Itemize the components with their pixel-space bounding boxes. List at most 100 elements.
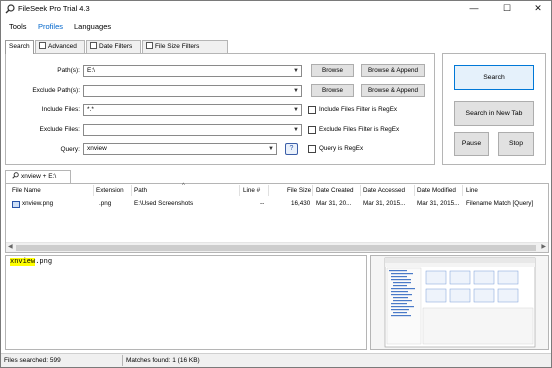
exclude-regex-label: Exclude Files Filter is RegEx: [319, 126, 400, 133]
sort-ascending-icon: ^: [182, 183, 185, 189]
col-divider[interactable]: [93, 185, 94, 196]
results-tab[interactable]: xnview + E:\: [5, 170, 71, 183]
app-window: FileSeek Pro Trial 4.3 — ☐ ✕ Tools Profi…: [0, 0, 552, 368]
help-icon[interactable]: ?: [285, 143, 298, 155]
menu-profiles[interactable]: Profiles: [38, 22, 63, 31]
col-date-accessed[interactable]: Date Accessed: [363, 187, 405, 194]
col-date-modified[interactable]: Date Modified: [417, 187, 456, 194]
scrollbar-thumb[interactable]: [16, 245, 536, 251]
cell-path: E:\Used Screenshots: [134, 200, 194, 207]
chevron-down-icon[interactable]: ▼: [291, 86, 301, 96]
horizontal-scrollbar[interactable]: ◀ ▶: [6, 242, 548, 252]
col-extension[interactable]: Extension: [96, 187, 124, 194]
exclude-browse-append-button[interactable]: Browse & Append: [361, 84, 425, 97]
include-regex-label: Include Files Filter is RegEx: [319, 106, 398, 113]
cell-file-name: xnview.png: [22, 200, 54, 207]
pause-button[interactable]: Pause: [454, 132, 489, 156]
cell-file-size: 16,430: [291, 200, 311, 207]
stop-button[interactable]: Stop: [498, 132, 534, 156]
table-row[interactable]: xnview.png .png E:\Used Screenshots -- 1…: [6, 198, 548, 210]
chevron-down-icon[interactable]: ▼: [291, 125, 301, 135]
minimize-button[interactable]: —: [463, 1, 485, 17]
title-bar: FileSeek Pro Trial 4.3 — ☐ ✕: [1, 1, 551, 18]
cell-date-modified: Mar 31, 2015...: [417, 200, 460, 207]
close-button[interactable]: ✕: [527, 1, 549, 17]
query-regex-label: Query is RegEx: [319, 145, 364, 152]
maximize-button[interactable]: ☐: [496, 1, 518, 17]
col-divider[interactable]: [312, 185, 313, 196]
exclude-regex-checkbox[interactable]: [308, 126, 316, 134]
results-table: File Name Extension Path ^ Line # File S…: [5, 183, 549, 253]
paths-value: E:\: [87, 67, 95, 74]
col-date-created[interactable]: Date Created: [316, 187, 353, 194]
query-value: xnview: [87, 145, 107, 152]
col-file-size[interactable]: File Size: [287, 187, 311, 194]
include-files-label: Include Files:: [41, 106, 80, 113]
cell-extension: .png: [99, 200, 112, 207]
col-divider[interactable]: [268, 185, 269, 196]
search-button[interactable]: Search: [454, 65, 534, 90]
image-file-icon: [12, 201, 20, 208]
search-icon: [12, 172, 19, 179]
cell-line: Filename Match [Query]: [466, 200, 534, 207]
col-line-number[interactable]: Line #: [243, 187, 260, 194]
menu-tools[interactable]: Tools: [9, 22, 27, 31]
chevron-down-icon[interactable]: ▼: [291, 66, 301, 76]
match-highlight: xnview: [10, 258, 36, 266]
exclude-paths-combo[interactable]: ▼: [83, 85, 302, 97]
preview-rest: .png: [35, 258, 53, 266]
query-combo[interactable]: xnview ▼: [83, 143, 277, 155]
window-title: FileSeek Pro Trial 4.3: [18, 4, 90, 13]
magnifier-app-icon: [5, 4, 15, 14]
cell-line-number: --: [260, 200, 265, 207]
cell-date-created: Mar 31, 20...: [316, 200, 352, 207]
status-bar: Files searched: 599 Matches found: 1 (16…: [1, 353, 551, 367]
scroll-right-icon[interactable]: ▶: [541, 243, 546, 250]
col-divider[interactable]: [414, 185, 415, 196]
chevron-down-icon[interactable]: ▼: [291, 105, 301, 115]
menu-languages[interactable]: Languages: [74, 22, 111, 31]
status-divider: [122, 355, 123, 366]
search-form: Path(s): E:\ ▼ Browse Browse & Append Ex…: [5, 53, 435, 165]
include-files-value: *.*: [87, 106, 94, 113]
tab-search[interactable]: Search: [5, 40, 34, 54]
image-preview: [370, 255, 549, 350]
files-searched-status: Files searched: 599: [4, 357, 61, 364]
scroll-left-icon[interactable]: ◀: [8, 243, 13, 250]
calendar-icon: [90, 42, 97, 49]
text-preview: xnview.png: [5, 255, 367, 350]
matches-found-status: Matches found: 1 (16 KB): [126, 357, 200, 364]
cell-date-accessed: Mar 31, 2015...: [363, 200, 406, 207]
results-tab-label: xnview + E:\: [21, 173, 57, 180]
preview-line: xnview.png: [10, 258, 52, 266]
tab-advanced[interactable]: Advanced: [35, 40, 85, 53]
exclude-files-combo[interactable]: ▼: [83, 124, 302, 136]
col-divider[interactable]: [360, 185, 361, 196]
tab-date-filters-label: Date Filters: [99, 43, 133, 50]
search-new-tab-button[interactable]: Search in New Tab: [454, 101, 534, 126]
col-divider[interactable]: [462, 185, 463, 196]
col-line[interactable]: Line: [466, 187, 478, 194]
exclude-files-label: Exclude Files:: [39, 126, 80, 133]
exclude-paths-label: Exclude Path(s):: [32, 87, 80, 94]
action-panel: Search Search in New Tab Pause Stop: [442, 53, 546, 165]
exclude-browse-button[interactable]: Browse: [311, 84, 354, 97]
col-file-name[interactable]: File Name: [12, 187, 41, 194]
checklist-icon: [39, 42, 46, 49]
include-files-combo[interactable]: *.* ▼: [83, 104, 302, 116]
col-divider[interactable]: [239, 185, 240, 196]
tab-file-size-filters-label: File Size Filters: [155, 43, 200, 50]
paths-browse-button[interactable]: Browse: [311, 64, 354, 77]
tab-file-size-filters[interactable]: File Size Filters: [142, 40, 228, 53]
query-label: Query:: [60, 146, 80, 153]
col-divider[interactable]: [131, 185, 132, 196]
menu-bar: Tools Profiles Languages: [1, 19, 551, 34]
col-path[interactable]: Path: [134, 187, 147, 194]
file-icon: [146, 42, 153, 49]
paths-combo[interactable]: E:\ ▼: [83, 65, 302, 77]
include-regex-checkbox[interactable]: [308, 106, 316, 114]
chevron-down-icon[interactable]: ▼: [266, 144, 276, 154]
query-regex-checkbox[interactable]: [308, 145, 316, 153]
paths-browse-append-button[interactable]: Browse & Append: [361, 64, 425, 77]
tab-date-filters[interactable]: Date Filters: [86, 40, 141, 53]
